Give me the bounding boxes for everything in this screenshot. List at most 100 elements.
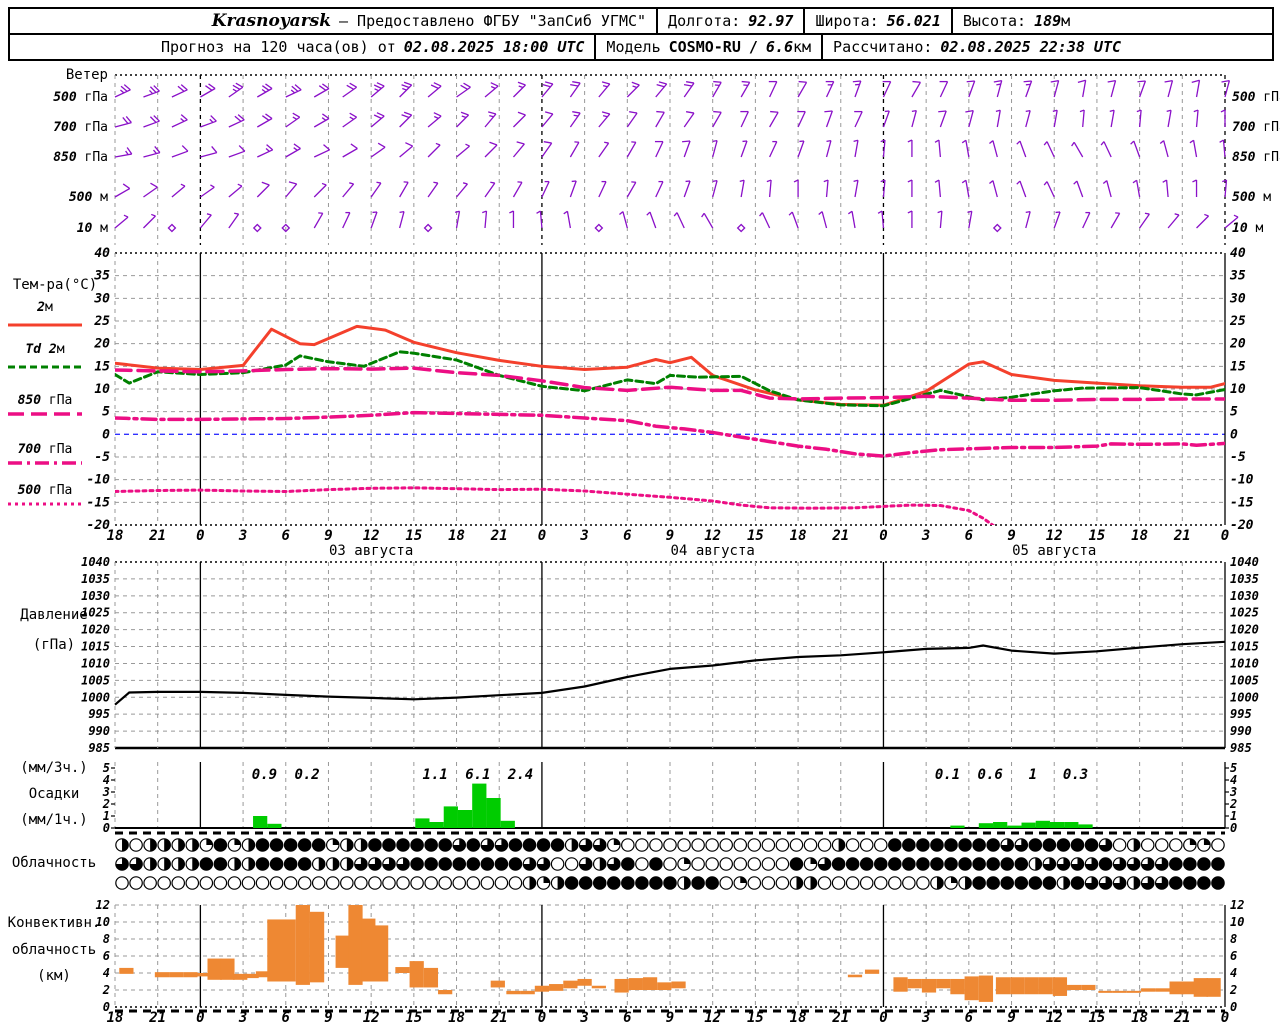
cloud-cover-symbol xyxy=(508,838,523,852)
wind-barb-feather xyxy=(683,83,693,87)
wind-barb-half-feather xyxy=(602,114,608,118)
wind-barb-shaft xyxy=(1195,80,1201,98)
cloud-cover-fill xyxy=(178,857,185,871)
convective-cloud-bar xyxy=(361,918,376,982)
wind-barb-feather xyxy=(292,112,301,118)
cloud-cover-symbol xyxy=(817,838,832,852)
cloud-cover-symbol xyxy=(747,876,762,890)
wind-barb-shaft xyxy=(825,140,832,158)
wind-barb-shaft xyxy=(655,111,665,128)
cloud-cover-symbol xyxy=(368,838,382,852)
wind-barb-feather xyxy=(965,109,974,113)
cloud-cover-fill xyxy=(1035,857,1042,871)
wind-barb-shaft xyxy=(683,140,691,158)
cloud-cover-symbol xyxy=(1000,857,1015,871)
hour-label-bottom: 3 xyxy=(579,1010,588,1024)
wind-barb-shaft xyxy=(313,87,330,98)
wind-barb-shaft xyxy=(370,85,385,98)
wind-level-label-right: 850 гПа xyxy=(1232,150,1280,165)
convective-cloud-bar xyxy=(154,972,170,978)
cloud-cover-fill xyxy=(164,857,171,871)
hour-label-mid: 0 xyxy=(196,528,204,544)
wind-barb-shaft xyxy=(484,211,488,229)
wind-barb-feather xyxy=(346,84,354,90)
cloud-cover-fill xyxy=(234,838,241,845)
cloud-cover-symbol xyxy=(269,876,284,890)
cloud-cover-symbol xyxy=(1140,838,1155,852)
hour-label-mid: 3 xyxy=(238,528,247,544)
wind-barb-shaft xyxy=(854,140,859,158)
wind-barb-feather xyxy=(544,81,554,85)
cloud-cover-fill xyxy=(810,857,817,864)
wind-barb-feather xyxy=(488,111,497,115)
precip-bar xyxy=(429,822,444,828)
wind-barb-half-feather xyxy=(996,83,1001,86)
cloud-cover-symbol xyxy=(747,838,762,852)
convective-cloud-bar xyxy=(335,935,350,968)
cloud-cover-symbol xyxy=(663,876,677,890)
wind-barb-feather xyxy=(401,84,410,89)
wind-barb-feather xyxy=(629,111,638,114)
cloud-cover-symbol xyxy=(143,876,157,890)
hour-label-mid: 12 xyxy=(704,528,721,544)
precip-bar xyxy=(457,810,473,828)
cloud-cover-symbol xyxy=(1112,838,1127,852)
cloud-cover-symbol xyxy=(789,838,804,852)
wind-barb-half-feather xyxy=(1025,210,1031,214)
hour-label-bottom: 0 xyxy=(196,1010,204,1024)
hour-label-bottom: 21 xyxy=(148,1010,166,1024)
wind-barb-half-feather xyxy=(209,118,214,123)
wind-barb-shaft xyxy=(1025,80,1033,98)
wind-barb-shaft xyxy=(740,81,751,98)
cloud-cover-symbol xyxy=(705,838,719,852)
wind-barb-feather xyxy=(770,110,779,113)
wind-barb-shaft xyxy=(797,111,806,128)
temp-tick-left: 20 xyxy=(93,337,110,352)
precip-bar xyxy=(1021,822,1036,828)
convective-cloud-bar xyxy=(893,977,908,992)
hour-label-mid: 0 xyxy=(879,528,887,544)
wind-barb-feather xyxy=(350,143,358,150)
hour-label-mid: 9 xyxy=(1007,528,1015,544)
pressure-tick-right: 1035 xyxy=(1230,572,1259,586)
hour-label-mid: 0 xyxy=(1221,528,1229,544)
cloud-cover-symbol xyxy=(803,838,818,852)
cloud-cover-symbol xyxy=(410,857,424,871)
calm-wind-icon xyxy=(992,223,1002,233)
wind-barb-half-feather xyxy=(433,181,438,184)
wind-barb-feather xyxy=(741,80,750,83)
wind-barb-shaft xyxy=(1167,110,1172,128)
cloud-cover-fill xyxy=(965,876,972,890)
hour-label-bottom: 9 xyxy=(1007,1010,1015,1024)
wind-barb-half-feather xyxy=(321,182,327,186)
hour-label-mid: 15 xyxy=(747,528,764,544)
precip-tick-right: 1 xyxy=(1230,809,1237,823)
cloud-cover-symbol xyxy=(873,857,888,871)
cloud-cover-symbol xyxy=(859,857,874,871)
cloud-cover-symbol xyxy=(1211,857,1225,871)
wind-barb-feather xyxy=(489,141,498,146)
precip-bar xyxy=(486,798,501,828)
cloud-cover-symbol xyxy=(438,838,452,852)
cloud-cover-symbol xyxy=(508,857,523,871)
wind-barb-shaft xyxy=(228,213,240,229)
cloud-cover-symbol xyxy=(578,876,593,890)
hour-label-bottom: 12 xyxy=(1046,1010,1063,1024)
wind-barb-shaft xyxy=(1167,80,1174,98)
wind-barb-feather xyxy=(150,182,158,188)
convective-cloud-bar xyxy=(520,990,535,995)
wind-barb-shaft xyxy=(199,214,212,229)
wind-barb-feather xyxy=(376,82,385,87)
wind-barb-shaft xyxy=(825,110,833,128)
cloud-cover-symbol xyxy=(466,876,481,890)
cloud-cover-fill xyxy=(178,838,185,852)
wind-barb-half-feather xyxy=(433,115,439,119)
wind-barb-shaft xyxy=(622,211,628,229)
wind-barb-shaft xyxy=(427,182,439,198)
cloud-cover-symbol xyxy=(1154,838,1169,852)
wind-barb-shaft xyxy=(1103,141,1112,158)
wind-barb-shaft xyxy=(740,180,745,198)
conv-tick-left: 4 xyxy=(103,966,110,980)
cloud-cover-symbol xyxy=(944,857,958,871)
wind-barb-half-feather xyxy=(1233,214,1239,218)
